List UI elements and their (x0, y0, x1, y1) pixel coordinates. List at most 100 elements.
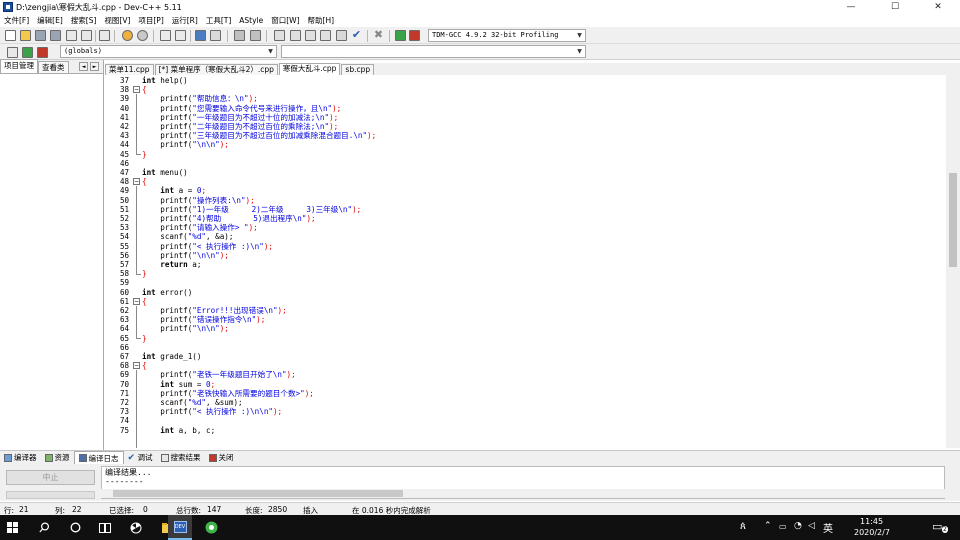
tab-scroll-left-icon[interactable]: ◄ (79, 62, 88, 71)
cortana-icon[interactable] (63, 515, 87, 540)
code-line: printf("一年级题目为不超过十位的加减法;\n"); (142, 113, 338, 122)
menu-run[interactable]: 运行[R] (168, 15, 202, 26)
file-tab-2[interactable]: [*] 菜单程序（寒假大乱斗2）.cpp (154, 64, 278, 75)
abort-compile-button[interactable]: 中止 (6, 470, 95, 485)
menu-tools[interactable]: 工具[T] (202, 15, 235, 26)
clock-time[interactable]: 11:45 (860, 517, 883, 526)
chart-icon[interactable] (395, 30, 406, 41)
compile-icon[interactable] (336, 30, 347, 41)
menu-astyle[interactable]: AStyle (235, 16, 267, 25)
tab-search-results[interactable]: 搜索结果 (157, 451, 205, 464)
profile-icon[interactable] (409, 30, 420, 41)
scrollbar-thumb[interactable] (113, 490, 403, 497)
toggle-bookmark-icon[interactable] (22, 47, 33, 58)
goto-line-icon[interactable] (195, 30, 206, 41)
log-horizontal-scrollbar[interactable] (101, 489, 945, 498)
log-vertical-scrollbar[interactable] (946, 466, 959, 499)
notification-icon[interactable]: ▭ (932, 520, 942, 533)
resource-icon (44, 453, 53, 462)
code-token: ); (219, 250, 229, 260)
undo-icon[interactable] (122, 30, 133, 41)
menu-view[interactable]: 视图[V] (100, 15, 134, 26)
battery-icon[interactable]: ▭ (779, 522, 787, 531)
volume-icon[interactable]: ◁ (808, 521, 815, 531)
fold-toggle-icon[interactable]: − (133, 362, 140, 370)
tab-compile-log[interactable]: 编译日志 (73, 451, 124, 464)
browser-icon[interactable] (199, 515, 223, 540)
code-token: printf( (142, 195, 193, 205)
close-button[interactable]: ✕ (916, 0, 960, 14)
tab-compiler[interactable]: 编译器 (0, 451, 41, 464)
replace-icon[interactable] (175, 30, 186, 41)
editor-vertical-scrollbar[interactable] (946, 75, 960, 448)
goto-bookmark-icon[interactable] (210, 30, 221, 41)
save-all-icon[interactable] (50, 30, 61, 41)
shorten-path-button[interactable] (6, 491, 95, 499)
file-tab-4[interactable]: sb.cpp (341, 64, 375, 75)
print-icon[interactable] (99, 30, 110, 41)
network-icon[interactable]: ◔ (794, 521, 802, 531)
toggle-comment-icon[interactable] (274, 30, 285, 41)
tab-resources[interactable]: 资源 (41, 451, 74, 464)
compiler-select[interactable]: TDM-GCC 4.9.2 32-bit Profiling ▼ (428, 29, 586, 42)
toolbar-separator (114, 30, 115, 42)
file-tab-1[interactable]: 菜单11.cpp (105, 64, 154, 75)
devcpp-taskbar-icon[interactable]: DEV (168, 515, 192, 540)
log-line: 编译结果... (105, 468, 152, 477)
tab-scroll-right-icon[interactable]: ► (90, 62, 99, 71)
file-tab-active[interactable]: 寒假大乱斗.cpp (278, 63, 341, 75)
class-browser-icon[interactable] (320, 30, 331, 41)
code-token: ; (201, 186, 207, 196)
tab-debug[interactable]: ✔ 调试 (124, 451, 157, 464)
ime-mode[interactable]: 英 (823, 520, 833, 535)
open-file-icon[interactable] (20, 30, 31, 41)
menu-edit[interactable]: 编辑[E] (33, 15, 67, 26)
chevron-up-icon[interactable]: ⌃ (764, 521, 772, 531)
code-token: ); (367, 131, 377, 141)
close-file-icon[interactable] (66, 30, 77, 41)
stop-icon[interactable]: ✖ (373, 29, 384, 41)
find-icon[interactable] (160, 30, 171, 41)
fold-toggle-icon[interactable]: − (133, 86, 140, 94)
tab-class-browser[interactable]: 查看类 (38, 61, 69, 73)
redo-icon[interactable] (137, 30, 148, 41)
code-line: printf("1)一年级 2)二年级 3)三年级\n"); (142, 205, 361, 214)
tab-close[interactable]: 关闭 (205, 451, 238, 464)
tab-project-manager[interactable]: 项目管理 (0, 59, 38, 73)
task-view-icon[interactable] (93, 515, 117, 540)
new-project-icon[interactable] (290, 30, 301, 41)
chart-icon (78, 454, 87, 462)
code-line: printf("老铁一年级题目开始了\n"); (142, 370, 295, 379)
goto-bookmark-2-icon[interactable] (37, 47, 48, 58)
line-number: 49 (119, 186, 129, 196)
menu-project[interactable]: 项目[P] (134, 15, 167, 26)
check-syntax-icon[interactable]: ✔ (351, 29, 362, 41)
scope-select[interactable]: (globals) ▼ (60, 45, 277, 58)
insert-icon[interactable] (7, 47, 18, 58)
code-editor[interactable]: 37 38 39 40 41 42 43 44 45 46 47 48 49 50 51 52 53 54 55 56… (105, 75, 946, 448)
project-options-icon[interactable] (305, 30, 316, 41)
app-fan-icon[interactable] (124, 515, 148, 540)
code-token: printf( (142, 250, 193, 260)
fold-toggle-icon[interactable]: − (133, 297, 140, 305)
search-icon[interactable] (32, 515, 56, 540)
clock-date[interactable]: 2020/2/7 (854, 528, 890, 537)
code-token: ); (219, 140, 229, 150)
menu-window[interactable]: 窗口[W] (267, 15, 303, 26)
menu-file[interactable]: 文件[F] (0, 15, 33, 26)
new-file-icon[interactable] (5, 30, 16, 41)
fold-toggle-icon[interactable]: − (133, 178, 140, 186)
indent-right-icon[interactable] (250, 30, 261, 41)
people-icon[interactable]: ጰ (740, 521, 746, 532)
member-select[interactable]: ▼ (281, 45, 586, 58)
menu-help[interactable]: 帮助[H] (304, 15, 339, 26)
close-all-icon[interactable] (81, 30, 92, 41)
scrollbar-thumb[interactable] (949, 173, 957, 267)
windows-start-icon[interactable] (0, 515, 24, 540)
save-icon[interactable] (35, 30, 46, 41)
menu-search[interactable]: 搜索[S] (67, 15, 101, 26)
line-number: 54 (119, 232, 129, 242)
maximize-button[interactable]: ☐ (873, 0, 917, 14)
indent-left-icon[interactable] (234, 30, 245, 41)
minimize-button[interactable]: — (829, 0, 873, 14)
